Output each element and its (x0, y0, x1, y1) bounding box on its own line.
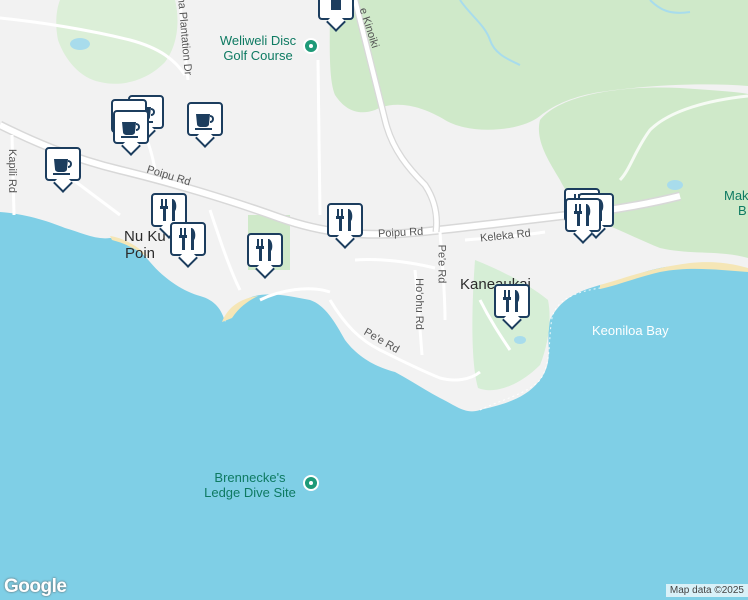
restaurant-marker[interactable] (170, 222, 206, 268)
golf-course-pin-icon[interactable] (303, 38, 319, 54)
coffee-cup-icon (53, 159, 72, 175)
shop-icon (331, 0, 341, 10)
poi-label-golf-line2: Golf Course (223, 48, 293, 63)
place-label-mak-b: B (738, 203, 747, 218)
water-label-keoniloa-bay: Keoniloa Bay (592, 323, 669, 338)
place-label-nukumoi-point: Poin (125, 245, 156, 262)
poi-label-golf-line1: Weliweli Disc (219, 33, 297, 48)
road-label-poipu-east: Poipu Rd (377, 225, 424, 241)
restaurant-marker[interactable] (327, 203, 363, 249)
cafe-marker[interactable] (113, 110, 149, 156)
fork-knife-icon (179, 228, 196, 250)
road-label-pee-north: Pe'e Rd (435, 244, 448, 284)
poi-label-dive-site[interactable]: Brennecke's Ledge Dive Site (198, 470, 302, 500)
coffee-cup-icon (195, 114, 214, 130)
map-canvas[interactable]: Poipu Rd Poipu Rd Kapili Rd Keleka Rd Pe… (0, 0, 748, 600)
fork-knife-icon (574, 204, 591, 226)
fork-knife-icon (256, 239, 273, 261)
fork-knife-icon (160, 199, 177, 221)
road-label-kapili: Kapili Rd (6, 148, 19, 194)
restaurant-marker[interactable] (565, 198, 601, 244)
map-attribution[interactable]: Map data ©2025 (665, 584, 748, 597)
fork-knife-icon (503, 290, 520, 312)
place-label-mak: Mak (724, 188, 748, 203)
coffee-cup-icon (121, 122, 140, 138)
cafe-marker[interactable] (187, 102, 223, 148)
map-base-layer (0, 0, 748, 412)
poi-label-dive-line1: Brennecke's (214, 470, 286, 485)
restaurant-marker[interactable] (247, 233, 283, 279)
fork-knife-icon (336, 209, 353, 231)
marker-partial-top[interactable] (318, 0, 354, 32)
restaurant-marker[interactable] (494, 284, 530, 330)
google-logo: Google (4, 576, 67, 597)
dive-site-pin-icon[interactable] (303, 475, 319, 491)
cafe-marker[interactable] (45, 147, 81, 193)
poi-label-dive-line2: Ledge Dive Site (204, 485, 296, 500)
poi-label-golf[interactable]: Weliweli Disc Golf Course (210, 33, 306, 63)
road-label-hoohu: Ho'ohu Rd (412, 278, 425, 330)
